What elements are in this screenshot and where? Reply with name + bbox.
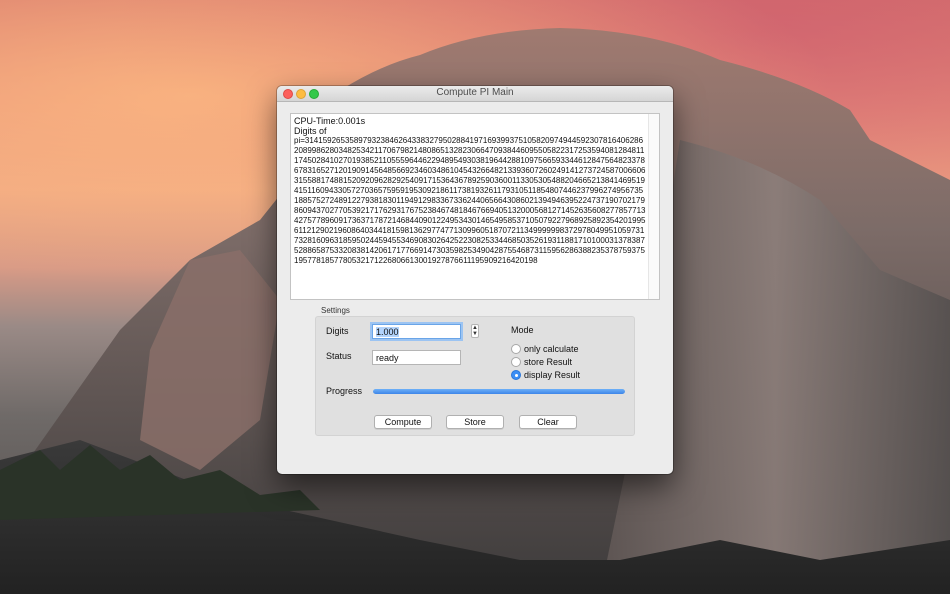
mode-option-label: store Result — [524, 357, 573, 367]
digits-value: 1.000 — [376, 327, 399, 337]
mode-option-label: only calculate — [524, 344, 579, 354]
mode-option-label: display Result — [524, 370, 581, 380]
digits-label: Digits — [326, 326, 349, 336]
digits-stepper[interactable]: ▲ ▼ — [471, 324, 479, 338]
compute-button[interactable]: Compute — [374, 415, 432, 429]
result-scrollbar[interactable] — [648, 114, 659, 299]
mode-option-only-calculate[interactable]: only calculate — [511, 344, 579, 354]
status-field: ready — [372, 350, 461, 365]
window-titlebar[interactable]: Compute PI Main — [277, 86, 673, 102]
mode-option-store-result[interactable]: store Result — [511, 357, 572, 367]
cpu-time-text: CPU-Time:0.001s — [294, 116, 366, 126]
pi-digits-text: pi=3141592653589793238462643383279502884… — [294, 136, 646, 265]
result-text-area[interactable]: CPU-Time:0.001s Digits of pi=31415926535… — [290, 113, 660, 300]
digits-input[interactable]: 1.000 — [372, 324, 461, 339]
chevron-down-icon[interactable]: ▼ — [472, 331, 478, 337]
clear-button[interactable]: Clear — [519, 415, 577, 429]
compute-pi-window: Compute PI Main CPU-Time:0.001s Digits o… — [277, 86, 673, 474]
radio-icon[interactable] — [511, 357, 521, 367]
radio-icon[interactable] — [511, 344, 521, 354]
store-button[interactable]: Store — [446, 415, 504, 429]
result-text: CPU-Time:0.001s Digits of pi=31415926535… — [294, 116, 646, 266]
mode-label: Mode — [511, 325, 534, 335]
status-label: Status — [326, 351, 352, 361]
mode-option-display-result[interactable]: display Result — [511, 370, 580, 380]
settings-group-label: Settings — [321, 306, 350, 315]
radio-selected-icon[interactable] — [511, 370, 521, 380]
progress-label: Progress — [326, 386, 363, 396]
progress-bar-fill — [373, 389, 625, 394]
progress-bar — [373, 389, 625, 394]
digits-of-text: Digits of — [294, 126, 327, 136]
window-title: Compute PI Main — [436, 87, 514, 98]
